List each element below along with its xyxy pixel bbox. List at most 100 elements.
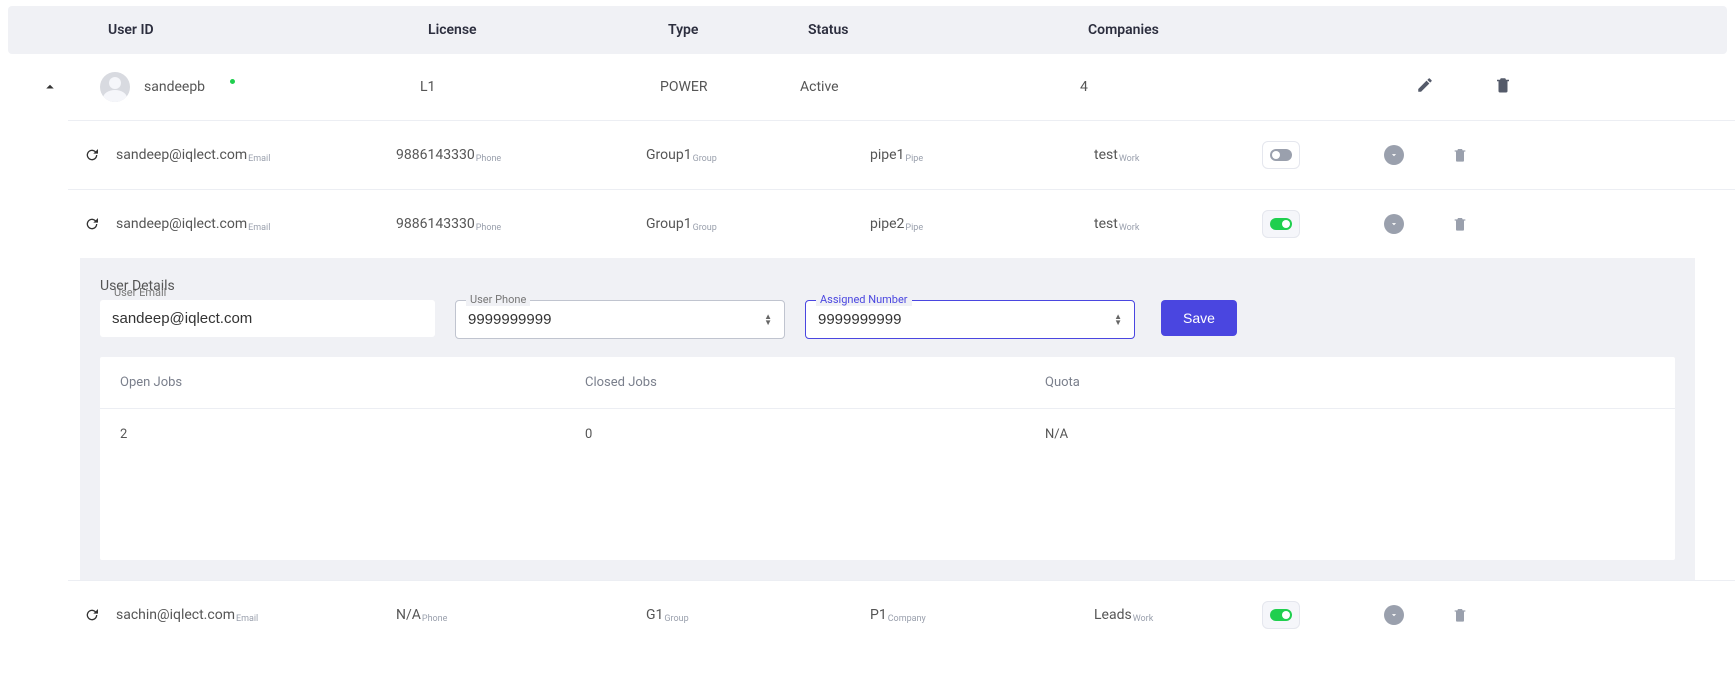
delete-sub-button[interactable] xyxy=(1430,607,1490,623)
details-title: User Details xyxy=(100,278,1675,294)
user-phone-field: User Phone ▲▼ xyxy=(455,300,785,339)
sub-phone: N/A xyxy=(396,607,421,623)
chevron-up-icon xyxy=(41,78,59,96)
phone-sublabel: Phone xyxy=(422,614,448,624)
refresh-icon xyxy=(84,607,100,623)
expand-sub-button[interactable] xyxy=(1384,214,1404,234)
sub-phone: 9886143330 xyxy=(396,216,475,232)
jobs-row: 2 0 N/A xyxy=(100,409,1675,460)
expand-sub-button[interactable] xyxy=(1384,605,1404,625)
group-sublabel: Group xyxy=(693,223,717,233)
assigned-number-field: Assigned Number ▲▼ xyxy=(805,300,1135,339)
toggle-switch[interactable] xyxy=(1262,141,1300,169)
sub-email: sandeep@iqlect.com xyxy=(116,147,247,163)
sub-pipe: pipe2 xyxy=(870,216,904,232)
sub-group: G1 xyxy=(646,607,663,623)
assigned-input[interactable] xyxy=(818,311,1114,328)
sub-work: test xyxy=(1094,147,1118,163)
pipe-sublabel: Pipe xyxy=(905,154,923,164)
chevron-down-icon xyxy=(1389,610,1399,620)
refresh-button[interactable] xyxy=(68,607,116,623)
phone-input[interactable] xyxy=(468,311,764,328)
user-companies: 4 xyxy=(1080,79,1360,95)
toggle-on-icon xyxy=(1270,218,1292,230)
email-sublabel: Email xyxy=(248,154,270,164)
toggle-switch[interactable] xyxy=(1262,210,1300,238)
user-details-panel: User Details User Email User Phone ▲▼ As… xyxy=(80,258,1695,580)
toggle-off-icon xyxy=(1270,149,1292,161)
refresh-icon xyxy=(84,147,100,163)
trash-icon xyxy=(1452,147,1468,163)
phone-sublabel: Phone xyxy=(476,223,502,233)
assigned-spinner[interactable]: ▲▼ xyxy=(1114,314,1122,326)
refresh-button[interactable] xyxy=(68,147,116,163)
sub-row: sandeep@iqlect.com Email 9886143330 Phon… xyxy=(68,120,1735,189)
pencil-icon xyxy=(1416,76,1434,94)
email-sublabel: Email xyxy=(248,223,270,233)
user-type: POWER xyxy=(660,79,800,95)
save-button[interactable]: Save xyxy=(1161,300,1237,336)
online-status-dot xyxy=(228,77,237,86)
group-sublabel: Group xyxy=(664,614,688,624)
chevron-down-icon xyxy=(1389,150,1399,160)
toggle-on-icon xyxy=(1270,609,1292,621)
email-label: User Email xyxy=(110,286,170,299)
sub-group: Group1 xyxy=(646,216,692,232)
user-email-field: User Email xyxy=(100,300,435,337)
delete-sub-button[interactable] xyxy=(1430,216,1490,232)
user-row: sandeepb L1 POWER Active 4 xyxy=(0,54,1735,120)
sub-rows: sandeep@iqlect.com Email 9886143330 Phon… xyxy=(0,120,1735,258)
toggle-switch[interactable] xyxy=(1262,601,1300,629)
phone-label: User Phone xyxy=(466,293,530,306)
sub-row: sachin@iqlect.com Email N/A Phone G1 Gro… xyxy=(68,580,1735,649)
jobs-quota-value: N/A xyxy=(1045,427,1345,442)
work-sublabel: Work xyxy=(1119,154,1140,164)
sub-email: sandeep@iqlect.com xyxy=(116,216,247,232)
work-sublabel: Work xyxy=(1119,223,1140,233)
expand-toggle[interactable] xyxy=(0,78,100,96)
email-input[interactable] xyxy=(112,310,423,327)
sub-work: test xyxy=(1094,216,1118,232)
jobs-header-open: Open Jobs xyxy=(120,375,585,390)
trash-icon xyxy=(1494,76,1512,94)
table-header: User ID License Type Status Companies xyxy=(8,6,1727,54)
header-companies: Companies xyxy=(1088,22,1368,38)
jobs-open-value: 2 xyxy=(120,427,585,442)
jobs-header-closed: Closed Jobs xyxy=(585,375,1045,390)
other-rows: sachin@iqlect.com Email N/A Phone G1 Gro… xyxy=(0,580,1735,649)
delete-sub-button[interactable] xyxy=(1430,147,1490,163)
edit-button[interactable] xyxy=(1416,76,1434,98)
sub-pipe: pipe1 xyxy=(870,147,904,163)
jobs-header-quota: Quota xyxy=(1045,375,1345,390)
sub-phone: 9886143330 xyxy=(396,147,475,163)
sub-group: Group1 xyxy=(646,147,692,163)
work-sublabel: Work xyxy=(1133,614,1154,624)
header-license: License xyxy=(428,22,668,38)
avatar xyxy=(100,72,130,102)
assigned-label: Assigned Number xyxy=(816,293,912,306)
pipe-sublabel: Pipe xyxy=(905,223,923,233)
trash-icon xyxy=(1452,216,1468,232)
jobs-closed-value: 0 xyxy=(585,427,1045,442)
refresh-button[interactable] xyxy=(68,216,116,232)
phone-sublabel: Phone xyxy=(476,154,502,164)
group-sublabel: Group xyxy=(693,154,717,164)
header-type: Type xyxy=(668,22,808,38)
sub-work: Leads xyxy=(1094,607,1132,623)
trash-icon xyxy=(1452,607,1468,623)
company-sublabel: Company xyxy=(888,614,926,624)
phone-spinner[interactable]: ▲▼ xyxy=(764,314,772,326)
jobs-table: Open Jobs Closed Jobs Quota 2 0 N/A xyxy=(100,357,1675,560)
user-status: Active xyxy=(800,79,1080,95)
sub-row: sandeep@iqlect.com Email 9886143330 Phon… xyxy=(68,189,1735,258)
sub-pipe: P1 xyxy=(870,607,887,623)
sub-email: sachin@iqlect.com xyxy=(116,607,235,623)
header-userid: User ID xyxy=(108,22,428,38)
refresh-icon xyxy=(84,216,100,232)
delete-button[interactable] xyxy=(1494,76,1512,98)
expand-sub-button[interactable] xyxy=(1384,145,1404,165)
user-name: sandeepb xyxy=(144,79,205,95)
header-status: Status xyxy=(808,22,1088,38)
email-sublabel: Email xyxy=(236,614,258,624)
chevron-down-icon xyxy=(1389,219,1399,229)
